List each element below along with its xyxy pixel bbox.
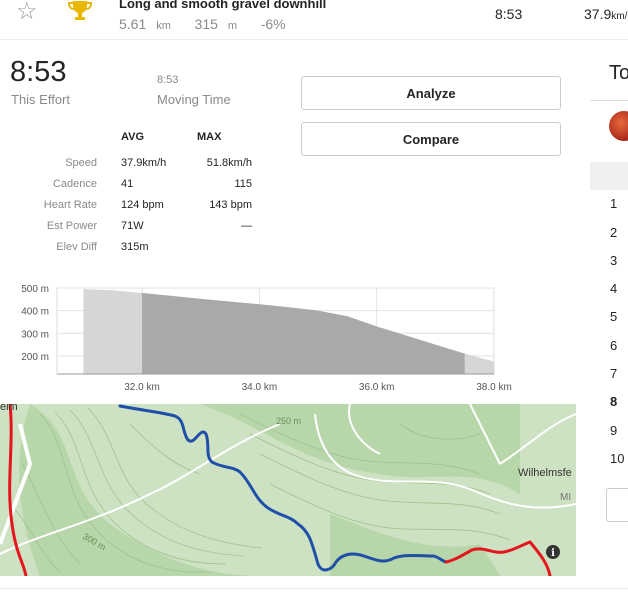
stat-avg: 124 bpm — [121, 199, 164, 211]
compare-button[interactable]: Compare — [301, 122, 561, 156]
segment-distance-unit: km — [156, 20, 171, 32]
stat-avg: 315m — [121, 241, 149, 253]
star-icon[interactable]: ☆ — [16, 0, 38, 24]
segment-time: 8:53 — [495, 6, 523, 22]
analyze-button[interactable]: Analyze — [301, 76, 561, 110]
bottom-divider — [0, 588, 628, 589]
segment-distance: 5.61 — [119, 16, 147, 32]
chart-ytick-label: 200 m — [21, 352, 49, 363]
map-contour-label-250: 250 m — [276, 416, 301, 426]
stat-label: Cadence — [52, 178, 97, 190]
leaderboard-rank: 9 — [610, 423, 618, 438]
segment-name[interactable]: Long and smooth gravel downhill — [119, 0, 326, 11]
leaderboard-header-band — [590, 162, 628, 190]
effort-time: 8:53 — [10, 56, 67, 88]
stat-avg: 41 — [121, 178, 134, 190]
segment-speed-unit: km/ — [611, 11, 628, 22]
svg-text:i: i — [551, 548, 555, 559]
avatar[interactable] — [609, 111, 628, 141]
segment-grade: -6% — [260, 16, 286, 32]
chart-xtick-label: 32.0 km — [124, 382, 160, 393]
map-edge-label-right: MI — [560, 492, 571, 503]
leaderboard-rank: 6 — [610, 338, 618, 353]
leaderboard-rank: 1 — [610, 196, 618, 211]
stat-avg: 37.9km/h — [121, 157, 167, 169]
leaderboard-action-button[interactable] — [606, 488, 628, 522]
map-town-label: Wilhelmsfe — [518, 467, 572, 479]
chart-ytick-label: 300 m — [21, 329, 49, 340]
chart-xtick-label: 38.0 km — [476, 382, 512, 393]
stat-label: Speed — [65, 157, 97, 169]
leaderboard-rank: 8 — [610, 394, 618, 409]
effort-time-label: This Effort — [11, 92, 71, 107]
stat-row-elev-diff: Elev Diff 315m — [0, 241, 280, 261]
chart-ytick-label: 400 m — [21, 307, 49, 318]
elevation-chart[interactable]: 500 m 400 m 300 m 200 m 32.0 km 34.0 km 36.0 k… — [0, 278, 520, 396]
chart-ytick-label: 500 m — [21, 284, 49, 295]
stat-row-heart-rate: Heart Rate 124 bpm 143 bpm — [0, 199, 280, 219]
map-edge-label-left: elm — [0, 404, 18, 413]
stat-row-cadence: Cadence 41 115 — [0, 178, 280, 198]
avg-header: AVG — [121, 131, 145, 143]
segment-elev: 315 — [194, 16, 218, 32]
leaderboard-rank: 3 — [610, 253, 618, 268]
stat-max: 51.8km/h — [206, 157, 252, 169]
moving-time: 8:53 — [157, 74, 179, 86]
leaderboard-rank: 5 — [610, 309, 618, 324]
leaderboard-divider — [590, 100, 628, 101]
stat-row-speed: Speed 37.9km/h 51.8km/h — [0, 157, 280, 177]
chart-xtick-label: 34.0 km — [242, 382, 278, 393]
segment-stats: 5.61 km 315 m -6% — [119, 16, 296, 32]
leaderboard-rank: 7 — [610, 366, 618, 381]
leaderboard-rank: 4 — [610, 281, 618, 296]
segment-speed-value: 37.9 — [584, 6, 612, 22]
stat-label: Elev Diff — [56, 241, 97, 253]
stat-avg: 71W — [121, 220, 144, 232]
segment-header-row[interactable]: ☆ Long and smooth gravel downhill 5.61 km… — [0, 0, 628, 40]
segment-map[interactable]: 250 m 300 m Wilhelmsfe elm MI i — [0, 404, 576, 576]
chart-xtick-label: 36.0 km — [359, 382, 395, 393]
stat-max: 143 bpm — [209, 199, 252, 211]
stat-label: Heart Rate — [43, 199, 97, 211]
moving-time-label: Moving Time — [157, 92, 231, 107]
leaderboard-title: To — [609, 62, 628, 84]
stat-max: — — [241, 220, 252, 232]
stat-max: 115 — [234, 178, 252, 190]
leaderboard-rank: 2 — [610, 225, 618, 240]
segment-speed: 37.9km/ — [584, 6, 627, 22]
stat-label: Est Power — [46, 220, 97, 232]
leaderboard-rank: 10 — [610, 451, 625, 466]
segment-elev-unit: m — [227, 20, 238, 32]
info-icon[interactable]: i — [546, 545, 560, 559]
stat-row-est-power: Est Power 71W — — [0, 220, 280, 240]
max-header: MAX — [197, 131, 222, 143]
trophy-icon — [68, 1, 92, 20]
